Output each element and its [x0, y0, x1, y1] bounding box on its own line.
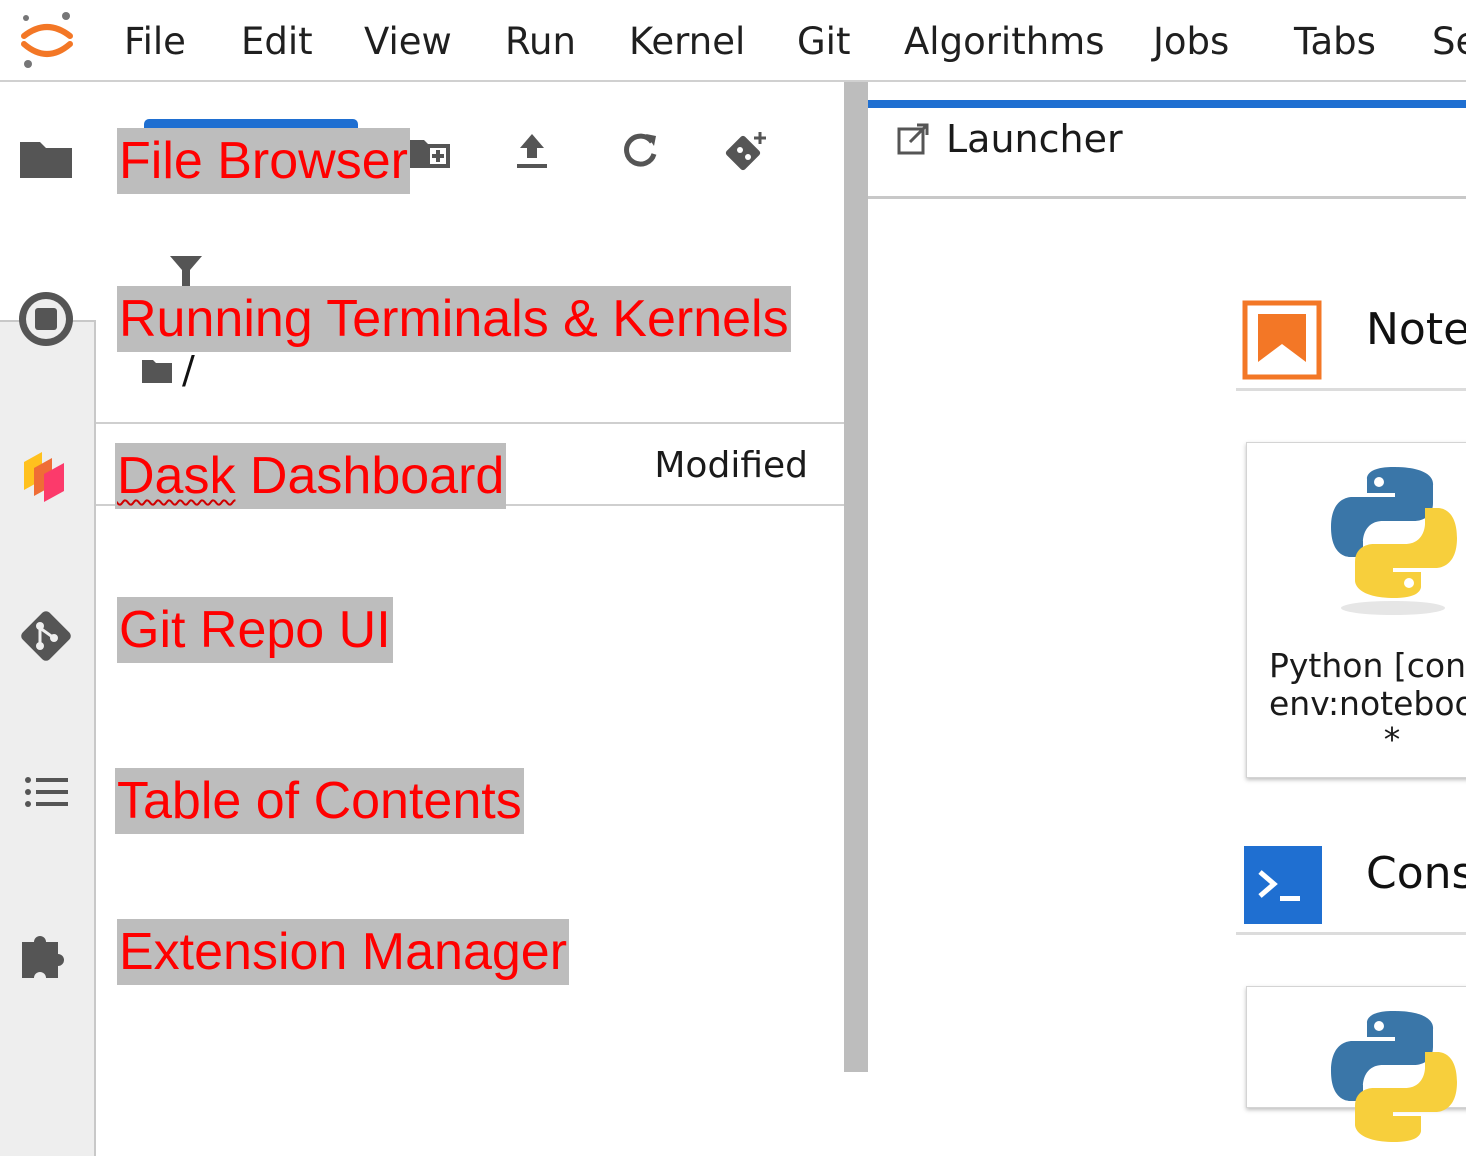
console-prompt-icon: [1244, 846, 1322, 924]
dask-icon[interactable]: [14, 442, 78, 506]
refresh-icon[interactable]: [612, 124, 668, 180]
panel-splitter[interactable]: [844, 82, 868, 1072]
git-clone-icon[interactable]: [718, 124, 774, 180]
annotation-dask-rest: Dashboard: [235, 447, 505, 505]
annotation-toc: Table of Contents: [115, 768, 524, 834]
main-area: Launcher Note Python [con env:noteboo * …: [868, 82, 1466, 1142]
menu-run[interactable]: Run: [505, 18, 576, 66]
new-folder-icon[interactable]: [402, 124, 458, 180]
section-title-notebook: Note: [1366, 304, 1466, 355]
annotation-git: Git Repo UI: [117, 597, 393, 663]
card-label-line1: Python [con: [1269, 646, 1466, 685]
menu-view[interactable]: View: [364, 18, 452, 66]
table-of-contents-icon[interactable]: [14, 762, 78, 826]
annotation-extensions: Extension Manager: [117, 919, 570, 985]
menu-algorithms[interactable]: Algorithms: [904, 18, 1104, 66]
active-tab-accent: [868, 100, 1466, 108]
menu-settings[interactable]: Se: [1432, 18, 1466, 66]
menu-kernel[interactable]: Kernel: [629, 18, 745, 66]
puzzle-extension-icon[interactable]: [14, 920, 78, 984]
tab-title: Launcher: [946, 117, 1123, 161]
tab-launcher[interactable]: Launcher: [868, 108, 1466, 199]
menu-file[interactable]: File: [124, 18, 186, 66]
section-divider: [1236, 932, 1466, 935]
python-logo-icon: [1331, 467, 1457, 598]
upload-icon[interactable]: [504, 124, 560, 180]
card-label-line3: *: [1383, 720, 1401, 759]
git-icon[interactable]: [14, 604, 78, 668]
menu-bar: File Edit View Run Kernel Git Algorithms…: [0, 0, 1466, 82]
logo-shadow: [1341, 601, 1445, 615]
launcher-icon: [897, 123, 929, 155]
card-label-line2: env:noteboo: [1269, 684, 1466, 723]
menu-tabs[interactable]: Tabs: [1294, 18, 1376, 66]
menu-edit[interactable]: Edit: [241, 18, 313, 66]
section-divider: [1236, 388, 1466, 391]
kernel-card[interactable]: Python [con env:noteboo *: [1246, 442, 1466, 778]
folder-icon[interactable]: [14, 126, 78, 190]
menu-jobs[interactable]: Jobs: [1153, 18, 1229, 66]
annotation-running: Running Terminals & Kernels: [117, 286, 791, 352]
annotation-file-browser: File Browser: [117, 128, 410, 194]
breadcrumb-root[interactable]: /: [182, 348, 195, 392]
annotation-dask: Dask Dashboard: [115, 443, 507, 509]
left-sidebar: [0, 82, 96, 1156]
running-stop-icon[interactable]: [14, 287, 78, 351]
section-title-console: Cons: [1366, 848, 1466, 899]
column-modified-header[interactable]: Modified: [654, 446, 808, 486]
notebook-bookmark-icon: [1242, 300, 1322, 380]
breadcrumb-folder-icon[interactable]: [140, 356, 174, 386]
python-logo-icon: [1331, 1011, 1457, 1142]
kernel-card[interactable]: [1246, 986, 1466, 1142]
menu-git[interactable]: Git: [797, 18, 850, 66]
jupyter-logo-icon[interactable]: [14, 6, 80, 72]
annotation-dask-word: Dask: [117, 447, 236, 505]
